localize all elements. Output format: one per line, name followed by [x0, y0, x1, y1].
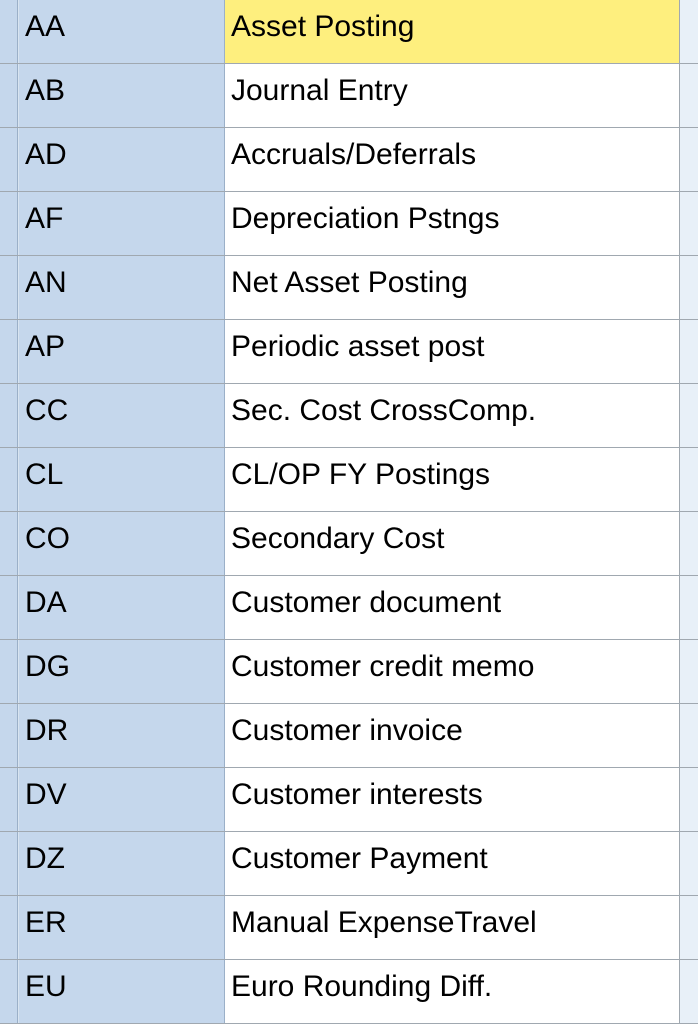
doc-type-code[interactable]: CL — [18, 448, 225, 511]
doc-type-description[interactable]: Journal Entry — [225, 64, 680, 127]
doc-type-code[interactable]: EU — [18, 960, 225, 1023]
doc-type-code[interactable]: DG — [18, 640, 225, 703]
doc-type-description[interactable]: Depreciation Pstngs — [225, 192, 680, 255]
row-selector[interactable] — [0, 640, 18, 703]
doc-type-description[interactable]: Net Asset Posting — [225, 256, 680, 319]
doc-type-description[interactable]: Customer interests — [225, 768, 680, 831]
right-margin — [680, 704, 698, 767]
table-row[interactable]: ANNet Asset Posting — [0, 256, 698, 320]
right-margin — [680, 832, 698, 895]
doc-type-code[interactable]: DA — [18, 576, 225, 639]
table-row[interactable]: CCSec. Cost CrossComp. — [0, 384, 698, 448]
row-selector[interactable] — [0, 576, 18, 639]
right-margin — [680, 768, 698, 831]
table-row[interactable]: ERManual ExpenseTravel — [0, 896, 698, 960]
row-selector[interactable] — [0, 704, 18, 767]
doc-type-code[interactable]: CO — [18, 512, 225, 575]
row-selector[interactable] — [0, 128, 18, 191]
doc-type-code[interactable]: DV — [18, 768, 225, 831]
doc-type-code[interactable]: AD — [18, 128, 225, 191]
right-margin — [680, 128, 698, 191]
row-selector[interactable] — [0, 0, 18, 63]
row-selector[interactable] — [0, 320, 18, 383]
table-row[interactable]: DGCustomer credit memo — [0, 640, 698, 704]
row-selector[interactable] — [0, 448, 18, 511]
doc-type-description[interactable]: Manual ExpenseTravel — [225, 896, 680, 959]
table-row[interactable]: ABJournal Entry — [0, 64, 698, 128]
row-selector[interactable] — [0, 512, 18, 575]
table-row[interactable]: AFDepreciation Pstngs — [0, 192, 698, 256]
doc-type-code[interactable]: ER — [18, 896, 225, 959]
row-selector[interactable] — [0, 384, 18, 447]
table-row[interactable]: COSecondary Cost — [0, 512, 698, 576]
doc-type-code[interactable]: AP — [18, 320, 225, 383]
right-margin — [680, 0, 698, 63]
doc-type-description[interactable]: Customer credit memo — [225, 640, 680, 703]
row-selector[interactable] — [0, 896, 18, 959]
doc-type-description[interactable]: CL/OP FY Postings — [225, 448, 680, 511]
table-row[interactable]: DACustomer document — [0, 576, 698, 640]
table-row[interactable]: AAAsset Posting — [0, 0, 698, 64]
table-row[interactable]: EUEuro Rounding Diff. — [0, 960, 698, 1024]
table-row[interactable]: DRCustomer invoice — [0, 704, 698, 768]
document-type-table: AAAsset PostingABJournal EntryADAccruals… — [0, 0, 698, 1024]
right-margin — [680, 512, 698, 575]
doc-type-description[interactable]: Customer document — [225, 576, 680, 639]
doc-type-code[interactable]: DZ — [18, 832, 225, 895]
doc-type-description[interactable]: Euro Rounding Diff. — [225, 960, 680, 1023]
right-margin — [680, 320, 698, 383]
doc-type-description[interactable]: Asset Posting — [225, 0, 680, 63]
right-margin — [680, 448, 698, 511]
doc-type-description[interactable]: Secondary Cost — [225, 512, 680, 575]
right-margin — [680, 640, 698, 703]
row-selector[interactable] — [0, 256, 18, 319]
row-selector[interactable] — [0, 64, 18, 127]
table-row[interactable]: DZCustomer Payment — [0, 832, 698, 896]
doc-type-code[interactable]: AF — [18, 192, 225, 255]
doc-type-description[interactable]: Accruals/Deferrals — [225, 128, 680, 191]
right-margin — [680, 256, 698, 319]
right-margin — [680, 576, 698, 639]
table-row[interactable]: CLCL/OP FY Postings — [0, 448, 698, 512]
doc-type-description[interactable]: Customer Payment — [225, 832, 680, 895]
table-row[interactable]: DVCustomer interests — [0, 768, 698, 832]
doc-type-description[interactable]: Customer invoice — [225, 704, 680, 767]
doc-type-description[interactable]: Periodic asset post — [225, 320, 680, 383]
doc-type-description[interactable]: Sec. Cost CrossComp. — [225, 384, 680, 447]
doc-type-code[interactable]: AB — [18, 64, 225, 127]
doc-type-code[interactable]: DR — [18, 704, 225, 767]
right-margin — [680, 384, 698, 447]
doc-type-code[interactable]: CC — [18, 384, 225, 447]
doc-type-code[interactable]: AN — [18, 256, 225, 319]
right-margin — [680, 64, 698, 127]
row-selector[interactable] — [0, 832, 18, 895]
right-margin — [680, 192, 698, 255]
row-selector[interactable] — [0, 192, 18, 255]
right-margin — [680, 960, 698, 1023]
right-margin — [680, 896, 698, 959]
row-selector[interactable] — [0, 960, 18, 1023]
row-selector[interactable] — [0, 768, 18, 831]
table-row[interactable]: ADAccruals/Deferrals — [0, 128, 698, 192]
table-row[interactable]: APPeriodic asset post — [0, 320, 698, 384]
doc-type-code[interactable]: AA — [18, 0, 225, 63]
